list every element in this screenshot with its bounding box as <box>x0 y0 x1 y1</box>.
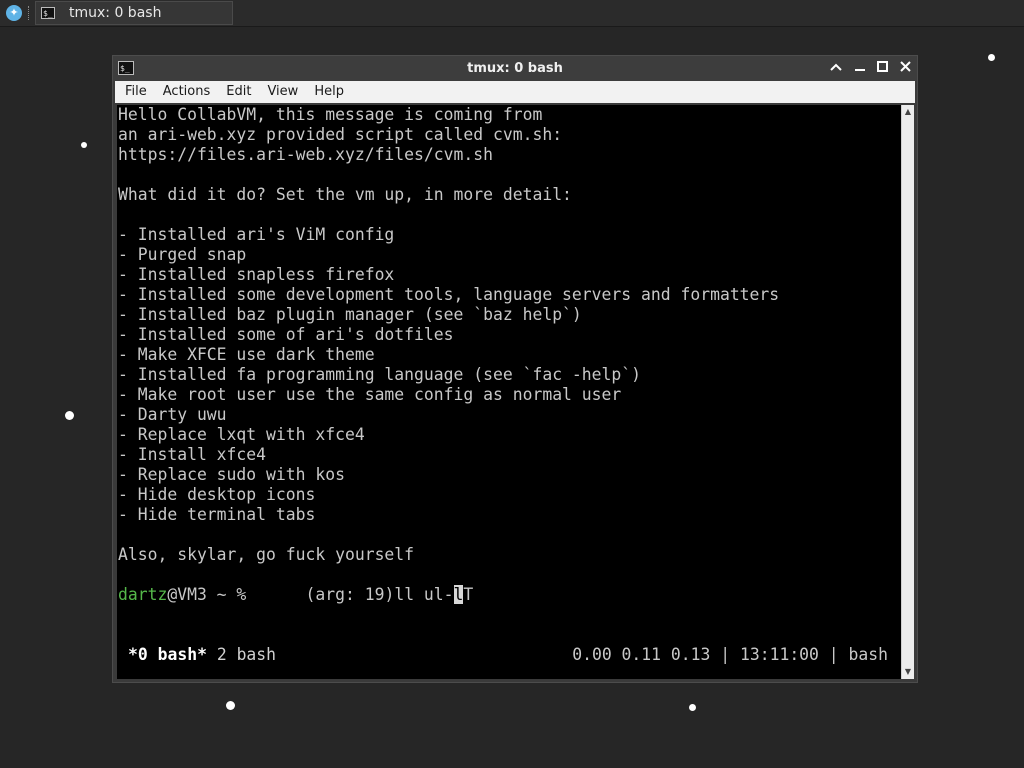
terminal-window: $_ tmux: 0 bash File Actions Edit View H… <box>112 55 918 683</box>
terminal-icon: $_ <box>41 7 55 19</box>
menu-file[interactable]: File <box>115 81 155 103</box>
minimize-icon <box>855 69 865 71</box>
tmux-window-list: *0 bash* 2 bash <box>128 645 276 665</box>
terminal-line: - Installed fa programming language (see… <box>118 365 642 384</box>
terminal-line: - Darty uwu <box>118 405 227 424</box>
window-title: tmux: 0 bash <box>467 61 563 76</box>
desktop-star <box>988 54 995 61</box>
prompt-user: dartz <box>118 585 168 604</box>
terminal-output[interactable]: Hello CollabVM, this message is coming f… <box>117 105 901 679</box>
terminal-line: - Make root user use the same config as … <box>118 385 622 404</box>
desktop-star <box>65 411 74 420</box>
terminal-line: Also, skylar, go fuck yourself <box>118 545 415 564</box>
window-titlebar[interactable]: $_ tmux: 0 bash <box>113 56 917 81</box>
terminal-line: - Installed some development tools, lang… <box>118 285 780 304</box>
taskbar-window-title: tmux: 0 bash <box>69 5 162 21</box>
terminal-line: Hello CollabVM, this message is coming f… <box>118 105 543 124</box>
terminal-line: an ari-web.xyz provided script called cv… <box>118 125 563 144</box>
prompt-host-path: @VM3 ~ % <box>167 585 247 604</box>
prompt-line[interactable]: dartz@VM3 ~ % (arg: 19)ll ul-lT <box>118 585 473 605</box>
terminal-line: - Installed snapless firefox <box>118 265 395 284</box>
terminal-line: What did it do? Set the vm up, in more d… <box>118 185 572 204</box>
menu-help[interactable]: Help <box>306 81 352 103</box>
terminal-line: - Purged snap <box>118 245 247 264</box>
close-icon <box>899 61 911 72</box>
tmux-window[interactable]: 2 bash <box>217 645 276 664</box>
terminal-line: - Installed some of ari's dotfiles <box>118 325 454 344</box>
terminal-line: - Make XFCE use dark theme <box>118 345 375 364</box>
scroll-down-arrow-icon[interactable]: ▼ <box>902 666 914 678</box>
desktop-star <box>226 701 235 710</box>
terminal-line: - Hide terminal tabs <box>118 505 316 524</box>
menu-edit[interactable]: Edit <box>218 81 259 103</box>
tmux-active-window[interactable]: *0 bash* <box>128 645 207 664</box>
terminal-line: https://files.ari-web.xyz/files/cvm.sh <box>118 145 493 164</box>
minimize-window-button[interactable] <box>851 59 869 77</box>
maximize-button[interactable] <box>873 59 891 77</box>
terminal-line: - Replace sudo with kos <box>118 465 345 484</box>
top-panel: ✦ $_ tmux: 0 bash <box>0 0 1024 27</box>
menu-actions[interactable]: Actions <box>155 81 219 103</box>
command-text: ll ul- <box>394 585 454 604</box>
desktop-star <box>689 704 696 711</box>
terminal-line: - Installed ari's ViM config <box>118 225 395 244</box>
terminal-line: - Replace lxqt with xfce4 <box>118 425 365 444</box>
taskbar-window-button[interactable]: $_ tmux: 0 bash <box>35 1 233 25</box>
maximize-icon <box>876 61 888 72</box>
menu-view[interactable]: View <box>259 81 306 103</box>
menu-bar: File Actions Edit View Help <box>115 81 915 103</box>
terminal-line: - Installed baz plugin manager (see `baz… <box>118 305 582 324</box>
terminal-line: - Hide desktop icons <box>118 485 316 504</box>
text-cursor: l <box>453 585 464 604</box>
close-button[interactable] <box>896 59 914 77</box>
xfce-logo-icon: ✦ <box>6 5 22 21</box>
scroll-up-arrow-icon[interactable]: ▲ <box>902 106 914 118</box>
chevron-up-icon <box>830 63 842 71</box>
panel-separator <box>28 6 31 20</box>
command-text-after-cursor: T <box>463 585 474 604</box>
terminal-line: - Install xfce4 <box>118 445 267 464</box>
tmux-status-right: 0.00 0.11 0.13 | 13:11:00 | bash <box>572 645 888 664</box>
minimize-button[interactable] <box>827 59 845 77</box>
applications-menu-button[interactable]: ✦ <box>4 3 24 23</box>
desktop-star <box>81 142 87 148</box>
terminal-scrollbar[interactable]: ▲ ▼ <box>901 105 914 679</box>
prompt-arg: (arg: 19) <box>305 585 395 604</box>
